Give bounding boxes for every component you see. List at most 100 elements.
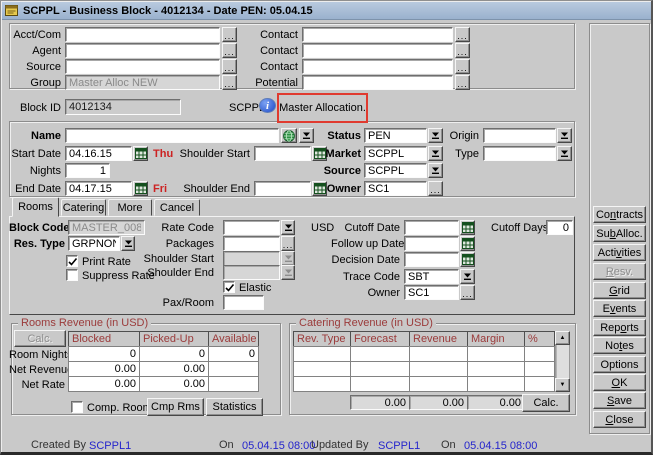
potential-input[interactable] <box>302 75 453 90</box>
type-input[interactable] <box>483 146 556 161</box>
ok-button[interactable]: OK <box>593 374 646 391</box>
status-input[interactable] <box>364 128 427 143</box>
source-input[interactable] <box>364 163 427 178</box>
owner-lookup-button[interactable]: ... <box>428 181 443 196</box>
sub-alloc-button[interactable]: Sub Alloc. <box>593 225 646 242</box>
updated-by-value: SCPPL1 <box>378 440 420 452</box>
group-lookup-button[interactable]: ... <box>222 75 237 90</box>
tab-shoulder-end-label: Shoulder End <box>141 267 214 279</box>
follow-up-date-input[interactable] <box>404 236 459 251</box>
end-date-calendar-button[interactable] <box>133 181 148 196</box>
res-type-input[interactable] <box>68 236 120 251</box>
start-date-calendar-button[interactable] <box>133 146 148 161</box>
ellipsis-icon: ... <box>457 33 468 41</box>
scroll-up-button[interactable]: ▲ <box>555 331 570 345</box>
print-rate-label: Print Rate <box>82 256 131 268</box>
contact2-lookup-button[interactable]: ... <box>455 43 470 58</box>
suppress-rate-checkbox[interactable] <box>66 269 78 281</box>
events-button[interactable]: Events <box>593 300 646 317</box>
shoulder-start-label: Shoulder Start <box>178 148 250 160</box>
contracts-button[interactable]: Contracts <box>593 206 646 223</box>
activities-button[interactable]: Activities <box>593 244 646 261</box>
agent-input[interactable] <box>65 43 220 58</box>
name-profile-button[interactable] <box>281 128 297 143</box>
close-button[interactable]: Close <box>593 411 646 428</box>
res-type-lov-button[interactable] <box>121 236 135 251</box>
info-icon[interactable]: i <box>259 98 276 113</box>
ellipsis-icon: ... <box>430 187 441 195</box>
scroll-down-button[interactable]: ▼ <box>555 378 570 392</box>
comp-rooms-checkbox[interactable] <box>71 401 83 413</box>
cutoff-date-input[interactable] <box>404 220 459 235</box>
reports-button[interactable]: Reports <box>593 319 646 336</box>
potential-lookup-button[interactable]: ... <box>455 75 470 90</box>
statistics-button[interactable]: Statistics <box>206 398 263 416</box>
grid-button[interactable]: Grid <box>593 282 646 299</box>
packages-lookup-button[interactable]: ... <box>281 236 295 251</box>
source-lov-button[interactable] <box>428 163 443 178</box>
end-date-label: End Date <box>9 183 61 195</box>
tab-rooms[interactable]: Rooms <box>12 197 59 217</box>
rate-code-input[interactable] <box>223 220 280 235</box>
save-button[interactable]: Save <box>593 392 646 409</box>
tab-cancel[interactable]: Cancel <box>154 199 200 216</box>
nights-label: Nights <box>9 165 61 177</box>
catering-cell <box>293 361 351 377</box>
trace-code-lov-button[interactable] <box>460 269 475 284</box>
print-rate-checkbox[interactable] <box>66 255 78 267</box>
contact1-input[interactable] <box>302 27 453 42</box>
window-icon <box>5 4 19 17</box>
elastic-checkbox[interactable] <box>223 281 235 293</box>
catering-cell <box>467 361 525 377</box>
decision-date-calendar-button[interactable] <box>460 252 475 267</box>
contact2-input[interactable] <box>302 43 453 58</box>
cutoff-days-input[interactable] <box>546 220 573 235</box>
trace-code-label: Trace Code <box>331 271 400 283</box>
cutoff-date-calendar-button[interactable] <box>460 220 475 235</box>
origin-lov-button[interactable] <box>557 128 572 143</box>
catering-calc-button[interactable]: Calc. <box>522 394 570 412</box>
rate-code-lov-button[interactable] <box>281 220 295 235</box>
market-input[interactable] <box>364 146 427 161</box>
cmp-rms-button[interactable]: Cmp Rms <box>147 398 204 416</box>
name-label: Name <box>9 130 61 142</box>
notes-button[interactable]: Notes <box>593 337 646 354</box>
ellipsis-icon: ... <box>224 81 235 89</box>
trace-code-input[interactable] <box>404 269 459 284</box>
nights-input[interactable] <box>65 163 110 178</box>
end-date-input[interactable] <box>65 181 132 196</box>
contact3-lookup-button[interactable]: ... <box>455 59 470 74</box>
start-date-input[interactable] <box>65 146 132 161</box>
follow-up-date-calendar-button[interactable] <box>460 236 475 251</box>
ellipsis-icon: ... <box>457 65 468 73</box>
agent-lookup-button[interactable]: ... <box>222 43 237 58</box>
contact3-input[interactable] <box>302 59 453 74</box>
tab-owner-lookup-button[interactable]: ... <box>460 285 475 300</box>
contact1-lookup-button[interactable]: ... <box>455 27 470 42</box>
name-input[interactable] <box>65 128 279 143</box>
title-bar[interactable]: SCPPL - Business Block - 4012134 - Date … <box>2 2 651 20</box>
acct-com-input[interactable] <box>65 27 220 42</box>
room-nights-label: Room Nights <box>9 349 65 361</box>
pax-room-input[interactable] <box>223 295 264 310</box>
group-input[interactable] <box>65 75 220 90</box>
tab-more[interactable]: More <box>108 199 152 216</box>
options-button[interactable]: Options <box>593 356 646 373</box>
tab-shoulder-end-lov-button <box>281 265 295 280</box>
dropdown-icon <box>124 239 133 248</box>
acct-com-lookup-button[interactable]: ... <box>222 27 237 42</box>
tab-owner-input[interactable] <box>404 285 459 300</box>
market-label: Market <box>301 148 361 160</box>
source-account-input[interactable] <box>65 59 220 74</box>
type-lov-button[interactable] <box>557 146 572 161</box>
tab-catering[interactable]: Catering <box>61 199 106 216</box>
origin-input[interactable] <box>483 128 556 143</box>
source-account-lookup-button[interactable]: ... <box>222 59 237 74</box>
source-account-label: Source <box>9 61 61 73</box>
owner-input[interactable] <box>364 181 427 196</box>
forecast-total: 0.00 <box>350 395 410 410</box>
decision-date-input[interactable] <box>404 252 459 267</box>
room-nights-available-cell: 0 <box>208 346 259 362</box>
packages-input[interactable] <box>223 236 280 251</box>
group-label: Group <box>9 77 61 89</box>
